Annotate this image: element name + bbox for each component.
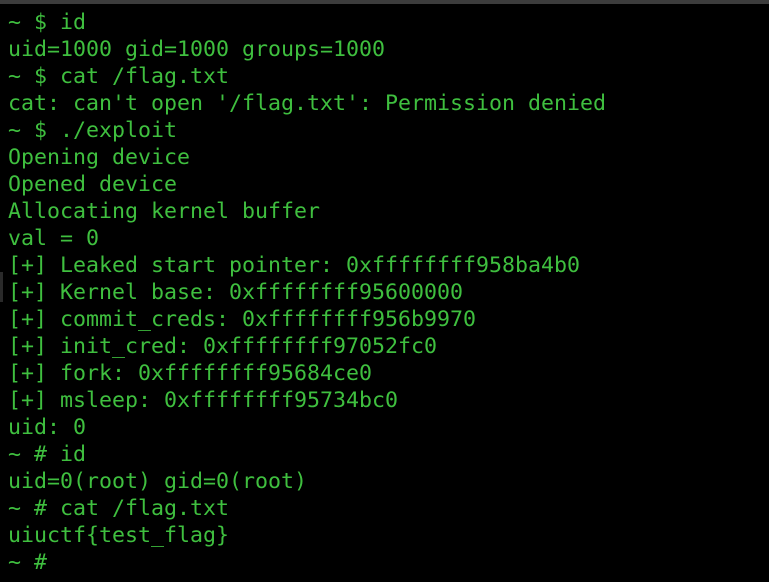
output-line: val = 0 — [8, 226, 100, 251]
output-line: [+] init_cred: 0xffffffff97052fc0 — [8, 334, 438, 359]
output-line: [+] Leaked start pointer: 0xffffffff958b… — [8, 253, 581, 278]
terminal-window[interactable]: ~ $ id uid=1000 gid=1000 groups=1000 ~ $… — [0, 0, 769, 582]
prompt-line: ~ # id — [8, 442, 87, 467]
output-line: [+] commit_creds: 0xffffffff956b9970 — [8, 307, 477, 332]
output-line: uid: 0 — [8, 415, 87, 440]
output-line: cat: can't open '/flag.txt': Permission … — [8, 91, 607, 116]
output-line: uid=1000 gid=1000 groups=1000 — [8, 37, 386, 62]
active-prompt-line[interactable]: ~ # — [8, 549, 606, 576]
output-line: [+] msleep: 0xffffffff95734bc0 — [8, 388, 399, 413]
output-line: uid=0(root) gid=0(root) — [8, 469, 308, 494]
active-prompt: ~ # — [8, 550, 61, 575]
window-edge-handle — [0, 272, 3, 302]
prompt-line: ~ $ cat /flag.txt — [8, 64, 230, 89]
output-line: Opening device — [8, 145, 191, 170]
prompt-line: ~ $ id — [8, 10, 87, 35]
prompt-line: ~ $ ./exploit — [8, 118, 178, 143]
flag-output-line: uiuctf{test_flag} — [8, 523, 230, 548]
output-line: [+] fork: 0xffffffff95684ce0 — [8, 361, 373, 386]
output-line: Opened device — [8, 172, 178, 197]
output-line: [+] Kernel base: 0xffffffff95600000 — [8, 280, 464, 305]
output-line: Allocating kernel buffer — [8, 199, 321, 224]
prompt-line: ~ # cat /flag.txt — [8, 496, 230, 521]
terminal-output: ~ $ id uid=1000 gid=1000 groups=1000 ~ $… — [8, 9, 606, 576]
